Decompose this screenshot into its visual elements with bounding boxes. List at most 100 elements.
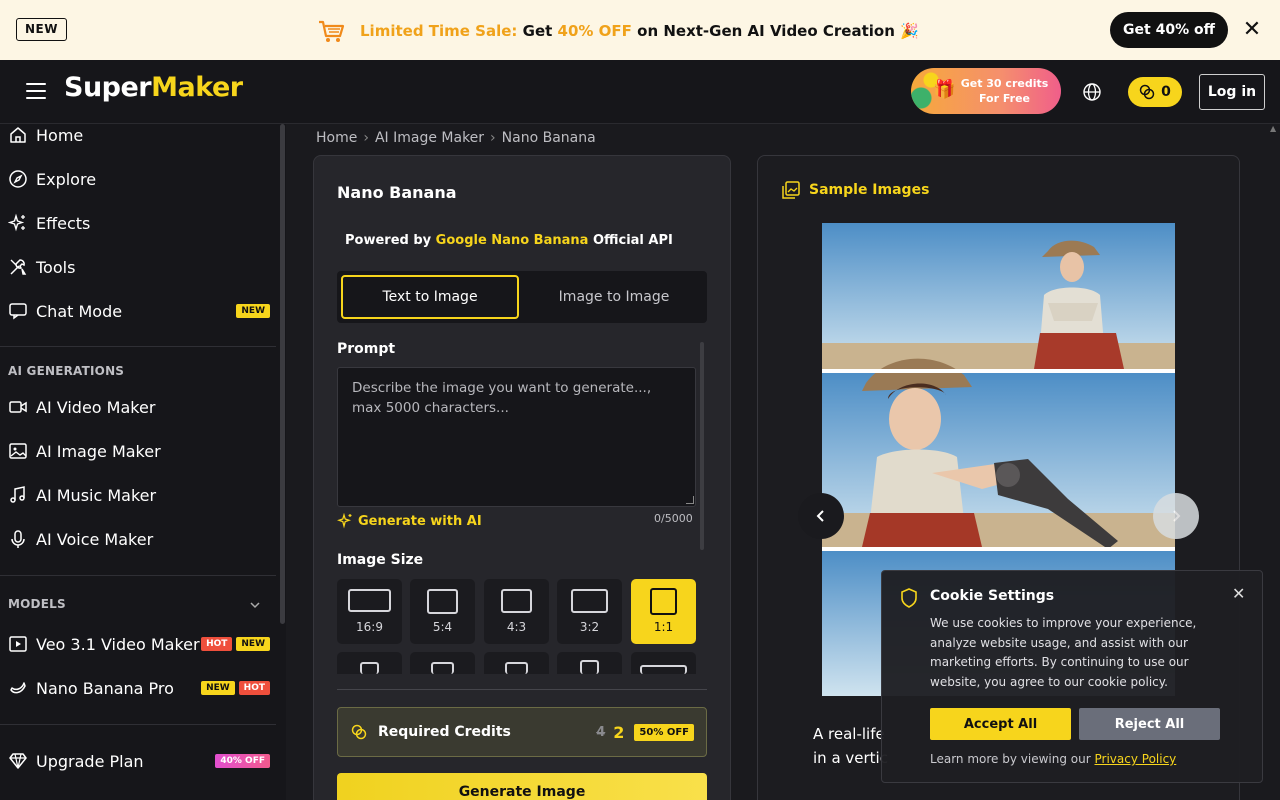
chevron-down-icon[interactable] [248, 598, 262, 612]
new-badge: NEW [16, 18, 67, 41]
sidebar-item-ai-music-maker[interactable]: AI Music Maker [8, 480, 270, 510]
resize-handle[interactable] [686, 496, 694, 504]
globe-icon[interactable] [1082, 82, 1102, 102]
close-icon[interactable]: ✕ [1240, 18, 1264, 42]
sparkles-icon [8, 213, 25, 232]
diamond-icon [9, 753, 27, 769]
sample-caption: A real-life in a vertic [813, 725, 888, 767]
chevron-right-icon: › [363, 130, 369, 146]
menu-icon[interactable] [26, 83, 46, 99]
sidebar-item-home[interactable]: Home [8, 124, 270, 150]
party-icon: 🎉 [900, 22, 919, 40]
section-ai-generations: AI GENERATIONS [8, 364, 125, 378]
banana-icon [10, 682, 26, 694]
generate-with-ai-button[interactable]: Generate with AI [337, 513, 482, 529]
tab-text-to-image[interactable]: Text to Image [341, 275, 519, 319]
free-credits-label: Get 30 credits For Free [960, 77, 1049, 105]
image-icon [9, 443, 27, 459]
page-title: Nano Banana [337, 183, 457, 202]
sidebar-item-chat-mode[interactable]: Chat Mode NEW [8, 296, 270, 326]
required-credits: Required Credits 4 2 50% OFF [337, 707, 707, 757]
coin-icon [1139, 84, 1155, 100]
accept-all-button[interactable]: Accept All [930, 708, 1071, 740]
size-option-1-1[interactable]: 1:1 [631, 579, 696, 644]
discount-tag: 40% OFF [215, 754, 270, 768]
char-counter: 0/5000 [654, 512, 693, 525]
logo[interactable]: SuperMaker [64, 72, 243, 103]
close-icon[interactable]: ✕ [1232, 584, 1245, 603]
top-header: SuperMaker 🎁 Get 30 credits For Free 0 L… [0, 60, 1280, 124]
sale-rest: on Next-Gen AI Video Creation [637, 22, 895, 40]
sale-percent: 40% OFF [557, 22, 632, 40]
sparkle-icon [337, 513, 352, 529]
size-option-row2-a[interactable] [337, 652, 402, 674]
tools-icon [10, 259, 27, 275]
credits-discount-badge: 50% OFF [634, 723, 694, 741]
breadcrumb-home[interactable]: Home [316, 130, 357, 146]
sale-prefix: Limited Time Sale: [360, 22, 518, 40]
chevron-right-icon: › [490, 130, 496, 146]
sidebar-item-ai-image-maker[interactable]: AI Image Maker [8, 436, 270, 466]
video-icon [9, 401, 27, 413]
breadcrumb-ai-image-maker[interactable]: AI Image Maker [375, 130, 484, 146]
new-tag: NEW [236, 637, 270, 651]
prompt-input[interactable]: Describe the image you want to generate.… [337, 367, 696, 507]
privacy-policy-link[interactable]: Privacy Policy [1095, 752, 1177, 766]
new-tag: NEW [201, 681, 235, 695]
tab-image-to-image[interactable]: Image to Image [525, 275, 703, 319]
form-scrollbar[interactable] [700, 342, 704, 550]
size-option-row2-b[interactable] [410, 652, 475, 674]
promo-message[interactable]: Limited Time Sale: Get 40% OFF on Next-G… [316, 16, 919, 46]
new-tag: NEW [236, 304, 270, 318]
image-size-label: Image Size [337, 552, 424, 568]
size-option-row2-c[interactable] [484, 652, 549, 674]
required-credits-label: Required Credits [378, 724, 511, 740]
login-button[interactable]: Log in [1199, 74, 1265, 110]
page-scrollbar[interactable]: ▲ [1268, 124, 1280, 800]
sidebar-item-tools[interactable]: Tools [8, 252, 270, 282]
size-option-row2-d[interactable] [557, 652, 622, 674]
promo-banner: NEW Limited Time Sale: Get 40% OFF on Ne… [0, 0, 1280, 60]
powered-by: Powered by Google Nano Banana Official A… [345, 233, 673, 248]
carousel-next-button[interactable] [1153, 493, 1199, 539]
size-option-16-9[interactable]: 16:9 [337, 579, 402, 644]
carousel-prev-button[interactable] [798, 493, 844, 539]
mic-icon [11, 530, 25, 548]
generate-image-button[interactable]: Generate Image [337, 773, 707, 800]
cart-icon [319, 20, 345, 42]
film-icon [9, 636, 27, 652]
free-credits-button[interactable]: 🎁 Get 30 credits For Free [911, 68, 1061, 114]
sidebar-item-veo[interactable]: Veo 3.1 Video Maker HOT NEW [8, 629, 270, 659]
sidebar-item-upgrade-plan[interactable]: Upgrade Plan 40% OFF [8, 746, 270, 776]
size-option-5-4[interactable]: 5:4 [410, 579, 475, 644]
sidebar-item-effects[interactable]: Effects [8, 208, 270, 238]
sale-get: Get [522, 22, 553, 40]
size-option-4-3[interactable]: 4:3 [484, 579, 549, 644]
sidebar-item-explore[interactable]: Explore [8, 164, 270, 194]
breadcrumb: Home › AI Image Maker › Nano Banana [316, 130, 596, 146]
gift-icon: 🎁 [933, 79, 956, 100]
chat-icon [9, 303, 27, 320]
sidebar-item-ai-video-maker[interactable]: AI Video Maker [8, 392, 270, 422]
chevron-right-icon [1173, 510, 1181, 522]
sidebar-item-nano-banana-pro[interactable]: Nano Banana Pro NEW HOT [8, 673, 270, 703]
reject-all-button[interactable]: Reject All [1079, 708, 1220, 740]
compass-icon [9, 170, 27, 188]
coin-balance-button[interactable]: 0 [1128, 77, 1182, 107]
breadcrumb-current: Nano Banana [501, 130, 596, 146]
hot-tag: HOT [238, 681, 270, 695]
sidebar-item-ai-voice-maker[interactable]: AI Voice Maker [8, 524, 270, 554]
hot-tag: HOT [201, 637, 233, 651]
prompt-label: Prompt [337, 341, 396, 357]
cookie-body: We use cookies to improve your experienc… [930, 616, 1197, 689]
shield-icon [901, 588, 917, 608]
get-discount-button[interactable]: Get 40% off [1110, 12, 1228, 48]
size-option-3-2[interactable]: 3:2 [557, 579, 622, 644]
mode-tabs: Text to Image Image to Image [337, 271, 707, 323]
sidebar-scrollbar[interactable] [280, 124, 285, 624]
section-models: MODELS [8, 597, 66, 611]
credits-new-price: 2 [613, 722, 625, 742]
gallery-icon [782, 181, 800, 199]
sample-images-title: Sample Images [781, 180, 929, 200]
size-option-row2-e[interactable] [631, 652, 696, 674]
